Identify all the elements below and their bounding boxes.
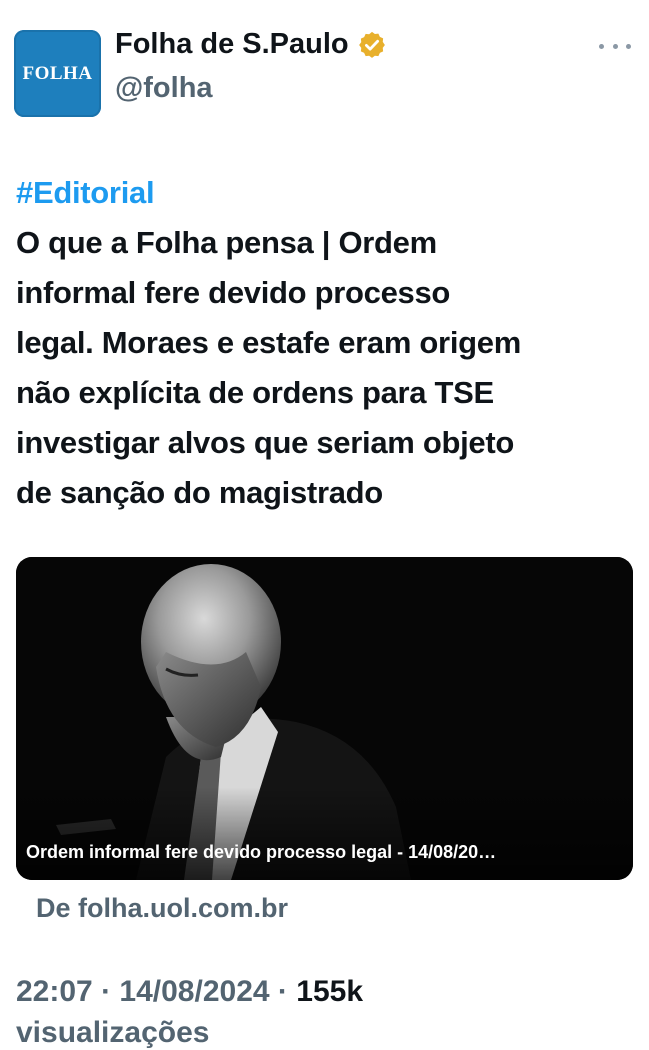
display-name[interactable]: Folha de S.Paulo <box>115 28 349 61</box>
link-card-image[interactable] <box>16 557 633 880</box>
tweet-line: não explícita de ordens para TSE <box>16 375 494 410</box>
tweet-date[interactable]: 14/08/2024 <box>119 975 269 1008</box>
avatar-logo-text: FOLHA <box>22 62 93 84</box>
tweet-time[interactable]: 22:07 <box>16 975 93 1008</box>
tweet-line: legal. Moraes e estafe eram origem <box>16 325 521 360</box>
tweet-line: de sanção do magistrado <box>16 475 383 510</box>
tweet-line: investigar alvos que seriam objeto <box>16 425 515 460</box>
tweet-header: FOLHA Folha de S.Paulo @folha <box>14 28 635 120</box>
hashtag-link[interactable]: #Editorial <box>16 168 641 218</box>
tweet-line: informal fere devido processo <box>16 275 451 310</box>
portrait-photo <box>16 557 633 880</box>
more-horizontal-icon[interactable] <box>599 36 631 56</box>
view-count: 155k <box>296 975 364 1008</box>
account-handle[interactable]: @folha <box>115 72 213 105</box>
tweet-text: #Editorial O que a Folha pensa | Ordem i… <box>16 168 641 518</box>
avatar[interactable]: FOLHA <box>14 30 101 117</box>
verified-badge-icon[interactable] <box>357 30 387 60</box>
link-card-title[interactable]: Ordem informal fere devido processo lega… <box>26 842 616 863</box>
name-row: Folha de S.Paulo <box>115 28 387 61</box>
meta-separator: · <box>277 975 288 1008</box>
tweet-meta: 22:07 · 14/08/2024 · 155k <box>16 975 363 1009</box>
views-label: visualizações <box>16 1016 210 1049</box>
tweet-line: O que a Folha pensa | Ordem <box>16 225 437 260</box>
meta-separator: · <box>101 975 112 1008</box>
link-source[interactable]: De folha.uol.com.br <box>36 893 288 924</box>
